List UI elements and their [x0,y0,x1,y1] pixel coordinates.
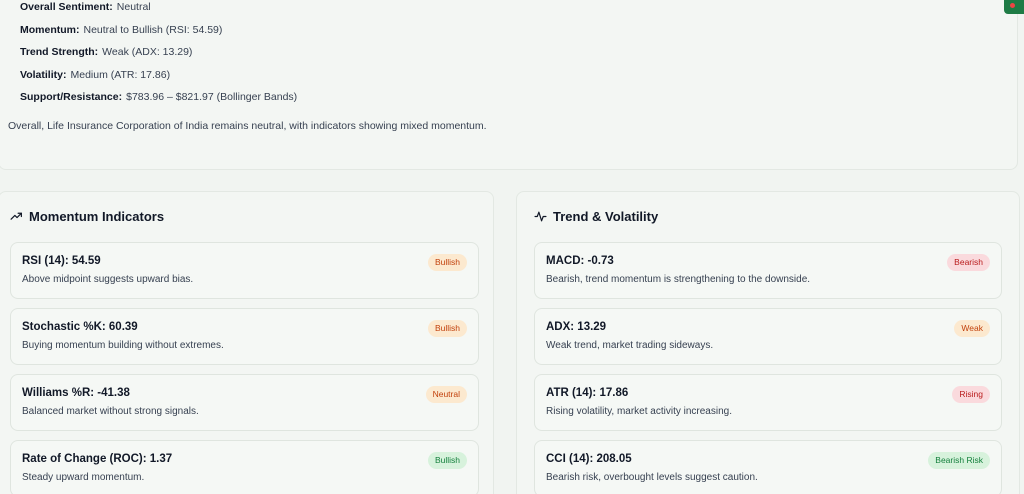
summary-key: Volatility: [20,69,67,81]
summary-key: Trend Strength: [20,46,99,58]
status-badge: Bearish Risk [928,452,990,469]
activity-icon [534,211,547,222]
indicator-title: Rate of Change (ROC): 1.37 [22,453,173,465]
indicator-desc: Balanced market without strong signals. [22,406,199,417]
summary-value: Neutral [116,1,151,13]
summary-value: Medium (ATR: 17.86) [70,69,171,81]
momentum-panel: Momentum Indicators RSI (14): 54.59 Abov… [0,191,494,494]
indicator-card-stochastic[interactable]: Stochastic %K: 60.39 Buying momentum bui… [10,308,479,365]
status-badge: Rising [952,386,990,403]
indicator-card-atr[interactable]: ATR (14): 17.86 Rising volatility, marke… [534,374,1002,431]
corner-tab[interactable] [1004,0,1024,14]
status-badge: Weak [954,320,990,337]
status-badge: Bullish [427,320,467,337]
summary-key: Support/Resistance: [20,91,123,103]
alert-dot-icon [1010,3,1015,8]
summary-key: Momentum: [20,24,80,36]
summary-key: Overall Sentiment: [20,1,113,13]
indicator-desc: Steady upward momentum. [22,472,145,483]
summary-note: Overall, Life Insurance Corporation of I… [8,120,487,132]
indicator-title: RSI (14): 54.59 [22,255,101,267]
indicator-card-adx[interactable]: ADX: 13.29 Weak trend, market trading si… [534,308,1002,365]
summary-row-sentiment: Overall Sentiment: Neutral [20,1,151,13]
summary-row-trend-strength: Trend Strength: Weak (ADX: 13.29) [20,46,192,58]
indicator-title: MACD: -0.73 [546,255,614,267]
indicator-card-roc[interactable]: Rate of Change (ROC): 1.37 Steady upward… [10,440,479,494]
status-badge: Bullish [427,452,467,469]
indicator-card-williams[interactable]: Williams %R: -41.38 Balanced market with… [10,374,479,431]
indicator-desc: Bearish risk, overbought levels suggest … [546,472,758,483]
indicator-title: ADX: 13.29 [546,321,607,333]
indicator-title: Stochastic %K: 60.39 [22,321,138,333]
trending-up-icon [10,212,22,220]
indicator-card-cci[interactable]: CCI (14): 208.05 Bearish risk, overbough… [534,440,1002,494]
indicator-card-rsi[interactable]: RSI (14): 54.59 Above midpoint suggests … [10,242,479,299]
panel-title: Trend & Volatility [553,209,659,224]
summary-value: $783.96 – $821.97 (Bollinger Bands) [126,91,298,103]
indicator-title: Williams %R: -41.38 [22,387,130,399]
indicator-title: CCI (14): 208.05 [546,453,632,465]
summary-value: Neutral to Bullish (RSI: 54.59) [83,24,223,36]
indicator-desc: Buying momentum building without extreme… [22,340,224,351]
trend-panel-header: Trend & Volatility [534,209,658,224]
summary-value: Weak (ADX: 13.29) [102,46,193,58]
trend-panel: Trend & Volatility MACD: -0.73 Bearish, … [516,191,1020,494]
indicator-desc: Above midpoint suggests upward bias. [22,274,194,285]
summary-row-volatility: Volatility: Medium (ATR: 17.86) [20,69,170,81]
summary-row-support-resistance: Support/Resistance: $783.96 – $821.97 (Bo… [20,91,297,103]
summary-card: Overall Sentiment: Neutral Momentum: Neutr… [0,0,1018,170]
indicator-desc: Weak trend, market trading sideways. [546,340,714,351]
status-badge: Bearish [947,254,990,271]
panel-title: Momentum Indicators [29,209,165,224]
indicator-card-macd[interactable]: MACD: -0.73 Bearish, trend momentum is s… [534,242,1002,299]
indicator-desc: Rising volatility, market activity incre… [546,406,732,417]
status-badge: Bullish [427,254,467,271]
status-badge: Neutral [425,386,467,403]
indicator-desc: Bearish, trend momentum is strengthening… [546,274,811,285]
summary-row-momentum: Momentum: Neutral to Bullish (RSI: 54.59) [20,24,222,36]
indicator-title: ATR (14): 17.86 [546,387,629,399]
momentum-panel-header: Momentum Indicators [10,209,164,224]
